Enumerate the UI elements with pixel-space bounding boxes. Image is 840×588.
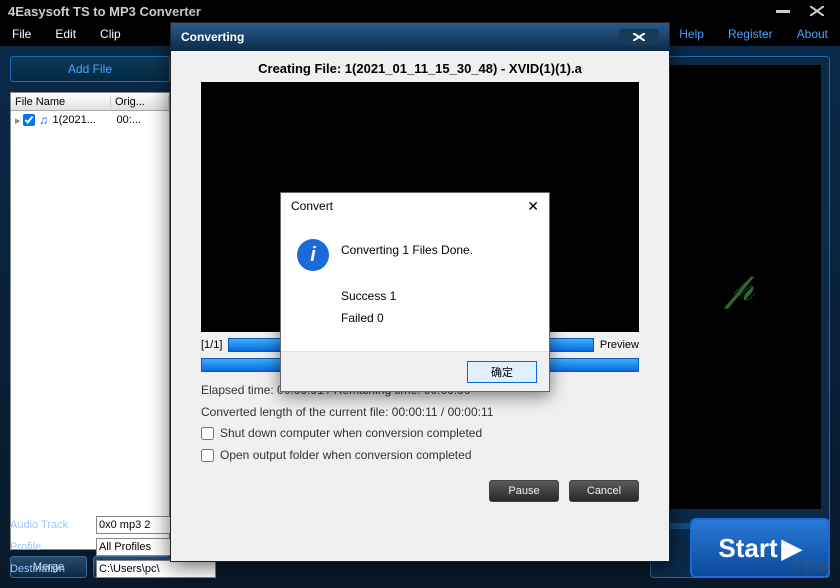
file-orig: 00:... [117,114,141,126]
shutdown-checkbox[interactable] [201,427,214,440]
info-icon: i [297,239,329,271]
app-title: 4Easysoft TS to MP3 Converter [8,4,201,19]
menu-clip[interactable]: Clip [100,27,121,41]
menu-about[interactable]: About [797,27,828,41]
col-orig[interactable]: Orig... [111,96,169,108]
close-button[interactable] [802,4,832,18]
titlebar: 4Easysoft TS to MP3 Converter [0,0,840,22]
pause-button[interactable]: Pause [489,480,559,502]
dialog-close-button[interactable] [619,29,659,45]
profile-label: Profile [10,541,90,553]
msg-failed: Failed 0 [341,307,473,330]
destination-field[interactable] [96,560,216,578]
menu-help[interactable]: Help [679,27,704,41]
msg-success: Success 1 [341,285,473,308]
openfolder-option[interactable]: Open output folder when conversion compl… [201,445,639,467]
col-filename[interactable]: File Name [11,96,111,108]
msgbox-close-button[interactable]: ✕ [527,198,539,215]
msg-done: Converting 1 Files Done. [341,239,473,262]
menu-register[interactable]: Register [728,27,773,41]
destination-label: Destination [10,563,90,575]
creating-file-label: Creating File: 1(2021_01_11_15_30_48) - … [201,61,639,76]
menu-file[interactable]: File [12,27,31,41]
list-item[interactable]: ▸ ♫ 1(2021... 00:... [11,111,169,129]
watermark: 下载吧 [788,558,830,578]
audiotrack-label: Audio Track [10,519,90,531]
dialog-title: Converting [181,30,244,44]
progress-count: [1/1] [201,339,222,351]
preview-label[interactable]: Preview [600,339,639,351]
openfolder-checkbox[interactable] [201,449,214,462]
preview-display: 𝓅 [659,65,821,509]
shutdown-option[interactable]: Shut down computer when conversion compl… [201,423,639,445]
msgbox-title: Convert [291,199,333,213]
converted-length: Converted length of the current file: 00… [201,402,639,424]
logo-icon: 𝓅 [726,265,755,310]
file-name: 1(2021... [53,114,115,126]
file-list: File Name Orig... ▸ ♫ 1(2021... 00:... [10,92,170,550]
minimize-button[interactable] [768,4,798,18]
menu-edit[interactable]: Edit [55,27,76,41]
preview-panel: 𝓅 ▶ ▸▸ 📂 📷 [650,56,830,578]
add-file-button[interactable]: Add File [10,56,170,82]
file-checkbox[interactable] [23,114,35,126]
convert-messagebox: Convert ✕ i Converting 1 Files Done. Suc… [280,192,550,392]
ok-button[interactable]: 确定 [467,361,537,383]
expand-icon[interactable]: ▸ [15,114,21,127]
cancel-button[interactable]: Cancel [569,480,639,502]
music-icon: ♫ [37,113,51,127]
